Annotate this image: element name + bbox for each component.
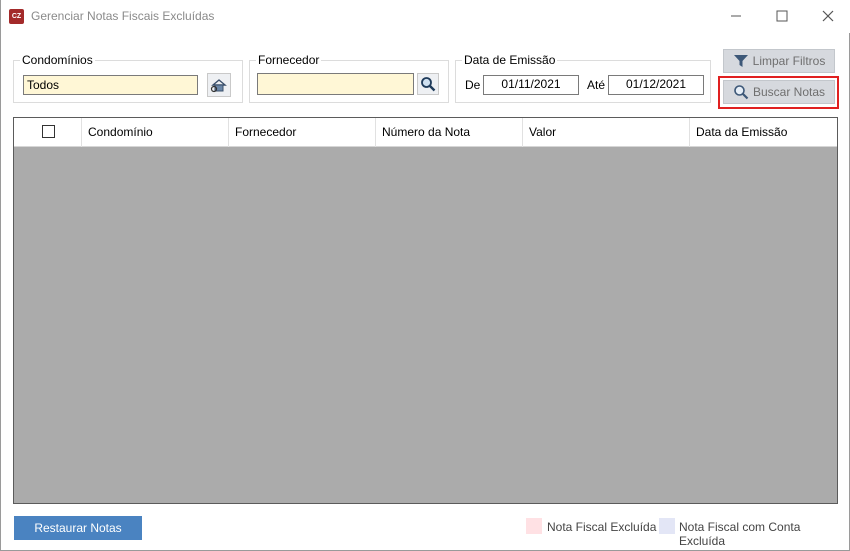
- de-label: De: [465, 78, 481, 92]
- data-emissao-label: Data de Emissão: [462, 53, 558, 67]
- select-all-checkbox[interactable]: [42, 125, 55, 138]
- fornecedor-input[interactable]: [257, 73, 414, 95]
- grid-header: Condomínio Fornecedor Número da Nota Val…: [14, 118, 837, 147]
- column-header-data-emissao[interactable]: Data da Emissão: [690, 118, 837, 147]
- column-header-fornecedor[interactable]: Fornecedor: [229, 118, 376, 147]
- restore-notes-button[interactable]: Restaurar Notas: [14, 516, 142, 540]
- search-notes-button[interactable]: Buscar Notas: [723, 80, 835, 104]
- fornecedor-search-button[interactable]: [417, 73, 439, 95]
- legend-label-account-excluded: Nota Fiscal com Conta Excluída: [679, 520, 801, 548]
- legend-label-excluded: Nota Fiscal Excluída: [547, 520, 657, 534]
- condominios-label: Condomínios: [20, 53, 95, 67]
- search-notes-label: Buscar Notas: [752, 85, 826, 99]
- condominios-lookup-button[interactable]: [207, 73, 231, 97]
- search-icon: [421, 77, 436, 92]
- date-from-input[interactable]: 01/11/2021: [483, 75, 579, 95]
- date-to-input[interactable]: 01/12/2021: [608, 75, 704, 95]
- select-all-column: [14, 118, 82, 147]
- clear-filters-button[interactable]: Limpar Filtros: [723, 49, 835, 73]
- minimize-button[interactable]: [713, 0, 759, 32]
- condominios-input[interactable]: Todos: [23, 75, 198, 95]
- notes-grid[interactable]: Condomínio Fornecedor Número da Nota Val…: [13, 117, 838, 504]
- close-button[interactable]: [805, 0, 850, 32]
- filter-icon: [733, 55, 748, 67]
- app-logo-icon: CZ: [9, 9, 24, 24]
- title-bar: CZ Gerenciar Notas Fiscais Excluídas: [1, 0, 850, 33]
- legend-swatch-account-excluded: [659, 518, 675, 534]
- ate-label: Até: [587, 78, 606, 92]
- maximize-button[interactable]: [759, 0, 805, 32]
- legend-swatch-excluded: [526, 518, 542, 534]
- fornecedor-label: Fornecedor: [256, 53, 322, 67]
- column-header-valor[interactable]: Valor: [523, 118, 690, 147]
- window-title: Gerenciar Notas Fiscais Excluídas: [31, 9, 215, 23]
- column-header-numero-nota[interactable]: Número da Nota: [376, 118, 523, 147]
- column-header-condominio[interactable]: Condomínio: [82, 118, 229, 147]
- main-window: CZ Gerenciar Notas Fiscais Excluídas Con…: [0, 0, 850, 551]
- maximize-icon: [776, 10, 788, 22]
- clear-filters-label: Limpar Filtros: [752, 54, 826, 68]
- close-icon: [822, 10, 834, 22]
- minimize-icon: [731, 15, 741, 17]
- magnifier-icon: [734, 85, 749, 100]
- building-search-icon: [210, 79, 227, 93]
